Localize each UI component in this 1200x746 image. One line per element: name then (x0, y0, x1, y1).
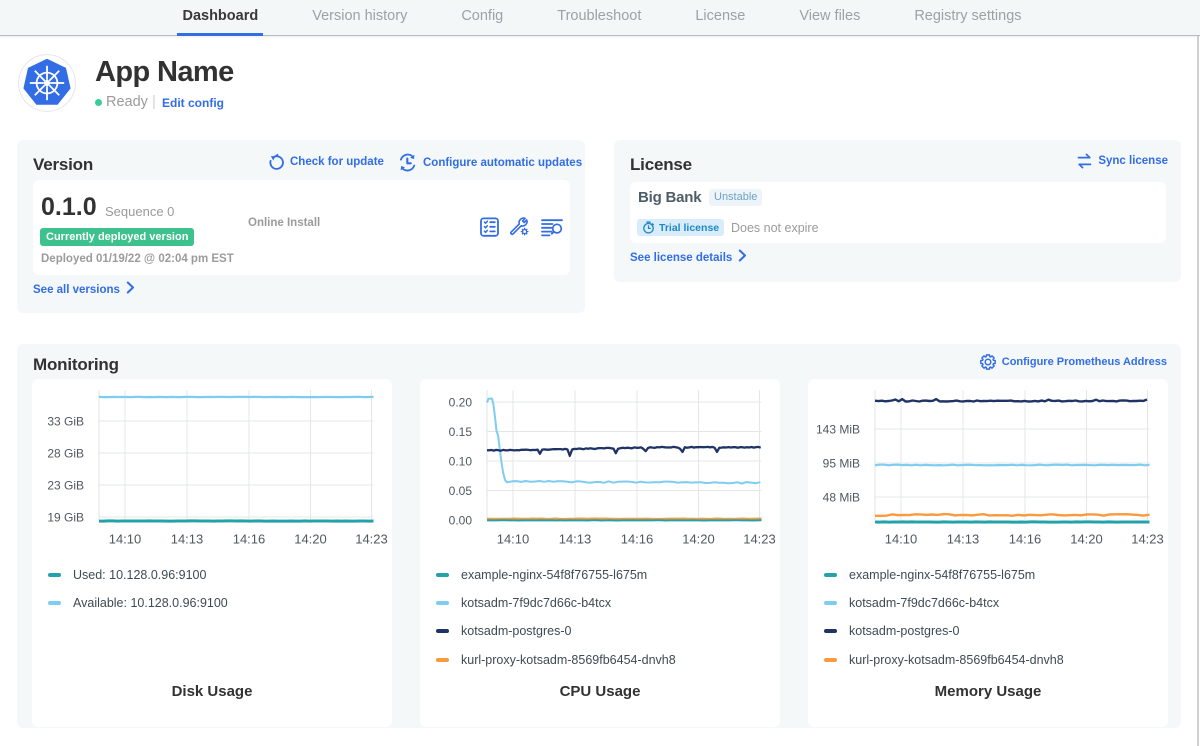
svg-text:143 MiB: 143 MiB (816, 423, 860, 437)
svg-text:23 GiB: 23 GiB (47, 479, 84, 493)
svg-text:14:23: 14:23 (355, 532, 388, 547)
svg-text:14:23: 14:23 (1131, 532, 1164, 547)
svg-text:14:13: 14:13 (171, 532, 204, 547)
svg-text:14:20: 14:20 (682, 532, 715, 547)
svg-text:0.05: 0.05 (449, 484, 473, 498)
svg-text:14:13: 14:13 (559, 532, 592, 547)
svg-text:14:10: 14:10 (497, 532, 530, 547)
svg-text:33 GiB: 33 GiB (47, 415, 84, 429)
svg-text:95 MiB: 95 MiB (823, 457, 860, 471)
svg-text:0.20: 0.20 (449, 396, 473, 410)
svg-text:0.10: 0.10 (449, 455, 473, 469)
svg-text:14:16: 14:16 (621, 532, 654, 547)
svg-text:14:10: 14:10 (109, 532, 142, 547)
svg-text:14:16: 14:16 (233, 532, 266, 547)
svg-text:0.15: 0.15 (449, 425, 473, 439)
svg-text:19 GiB: 19 GiB (47, 511, 84, 525)
svg-text:48 MiB: 48 MiB (823, 491, 860, 505)
svg-text:14:10: 14:10 (885, 532, 918, 547)
svg-text:14:20: 14:20 (1070, 532, 1103, 547)
svg-text:14:20: 14:20 (294, 532, 327, 547)
svg-text:28 GiB: 28 GiB (47, 447, 84, 461)
svg-text:0.00: 0.00 (449, 514, 473, 528)
svg-text:14:23: 14:23 (743, 532, 776, 547)
svg-text:14:13: 14:13 (947, 532, 980, 547)
svg-text:14:16: 14:16 (1009, 532, 1042, 547)
